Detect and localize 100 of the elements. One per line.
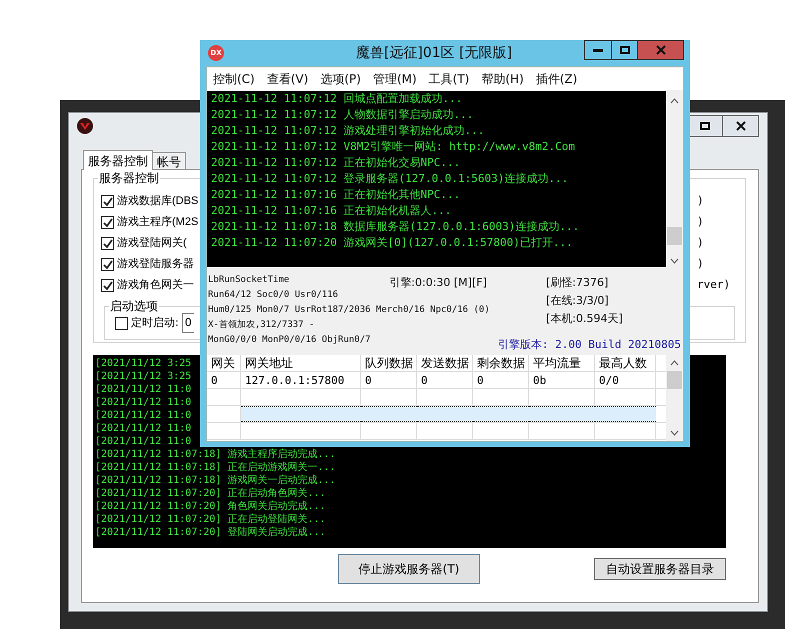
table-cell: 0 [473,372,529,388]
log-line: [2021/11/12 11:0 [95,383,192,396]
checkmark-icon [102,238,112,248]
checkbox-label: 定时启动: [131,314,179,331]
grid-row[interactable]: 0 127.0.0.1:57800 0 0 0 0b 0/0 [207,372,666,389]
tab[interactable]: 服务器控制 [83,150,153,170]
scrollbar-thumb[interactable] [667,227,682,245]
column-header[interactable]: 平均流量 [529,355,595,371]
log-line: [2021/11/12 11:07:20] 角色网关启动完成... [95,500,326,513]
log-line: [2021/11/12 11:0 [95,435,192,448]
log-line: 2021-11-12 11:07:16 正在初始化其他NPC... [211,187,462,203]
checkbox[interactable] [101,258,114,271]
log-line: 2021-11-12 11:07:16 正在初始化机器人... [211,203,452,219]
scrollbar[interactable] [666,355,683,441]
checkbox-label: ) [697,214,705,230]
table-cell: 0 [361,372,417,388]
log-line: 2021-11-12 11:07:12 回城点配置加载成功... [211,91,464,107]
grid-row[interactable] [207,406,666,423]
menu-item[interactable]: 工具(T) [428,70,470,88]
menu-item[interactable]: 帮助(H) [481,70,524,88]
table-cell: 0b [529,372,595,388]
log-line: 2021-11-12 11:07:12 人物数据引擎启动成功... [211,107,474,123]
status-text: LbRunSocketTime [208,274,290,286]
log-line: [2021/11/12 11:07:20] 正在启动登陆网关... [95,513,326,526]
status-text: X-首领加农,312/7337 - [208,318,314,330]
maximize-icon [620,46,630,54]
checkmark-icon [102,280,112,290]
menu-item[interactable]: 控制(C) [213,70,255,88]
column-header[interactable]: 队列数据 [361,355,417,371]
input-field[interactable]: 0 [182,313,194,333]
maximize-button[interactable] [687,115,723,137]
log-line: [2021/11/12 3:25 [95,357,192,370]
log-line: [2021/11/12 11:07:18] 游戏网关一启动完成... [95,474,336,487]
column-header[interactable]: 发送数据 [417,355,473,371]
minimize-button[interactable] [584,40,612,60]
column-header[interactable]: 网关地址 [241,355,361,371]
status-text: MonG0/0/0 MonP0/0/16 ObjRun0/7 [208,334,371,346]
tab[interactable]: 帐号 [153,152,186,169]
scrollbar-thumb[interactable] [667,371,682,389]
checkbox-label: 游戏登陆服务器 [117,257,194,272]
close-icon [656,45,666,55]
checkbox[interactable] [101,279,114,292]
table-cell: 0/0 [595,372,656,388]
log-line: [2021/11/12 11:07:18] 游戏主程序启动完成... [95,448,336,461]
checkbox-label: 游戏角色网关一 [117,278,194,294]
menu-item[interactable]: 插件(Z) [536,70,578,88]
engine-version-text: 引擎版本: 2.00 Build 20210805 [498,337,681,353]
table-cell: 0 [417,372,473,388]
checkbox-label: 游戏数据库(DBS [117,194,198,210]
table-cell: 127.0.0.1:57800 [241,372,361,388]
column-header[interactable]: 最高人数 [595,355,656,371]
menu-item[interactable]: 管理(M) [372,70,417,88]
status-text: [刷怪:7376] [546,275,608,291]
log-line: [2021/11/12 11:0 [95,396,192,409]
log-line: 2021-11-12 11:07:12 正在初始化交易NPC... [211,155,462,171]
menu-item[interactable]: 查看(V) [266,70,308,88]
checkbox-label: ) [697,193,705,210]
checkbox[interactable] [101,237,114,250]
checkbox-label: rver) [697,277,732,294]
group-title: 启动选项 [109,299,159,313]
status-text: Hum0/125 Mon0/7 UsrRot187/2036 Merch0/16 Npc0/16 (0) [208,304,490,316]
log-line: 2021-11-12 11:07:12 游戏处理引擎初始化成功... [211,123,486,139]
table-cell [595,406,656,422]
log-line: 2021-11-12 11:07:20 游戏网关[0](127.0.0.1:57800)已打开... [211,235,574,251]
checkbox-label: 游戏登陆网关( [117,236,187,252]
status-text: [本机:0.594天] [546,311,623,327]
log-line: [2021/11/12 11:07:20] 正在启动角色网关... [95,487,326,500]
column-header[interactable]: 网关 [207,355,241,371]
log-line: 2021-11-12 11:07:18 数据库服务器(127.0.0.1:6003)连接成功... [211,219,580,235]
group-title: 服务器控制 [98,171,160,185]
menu-item[interactable]: 选项(P) [320,70,361,88]
checkmark-icon [102,260,112,270]
checkbox-label: ) [697,256,705,272]
log-line: [2021/11/12 11:0 [95,422,192,435]
checkmark-icon [102,218,112,228]
auto-setup-directory-button[interactable]: 自动设置服务器目录 [594,558,726,580]
checkbox-label: 游戏主程序(M2S [117,214,198,230]
window-title: 魔兽[远征]01区 [无限版] [354,44,514,62]
minimize-icon [593,48,603,52]
engine-timer-text: 引擎:0:0:30 [M][F] [389,276,487,290]
log-line: [2021/11/12 11:07:18] 正在启动游戏网关一... [95,461,336,474]
app-logo-icon [77,118,93,134]
checkmark-icon [102,196,112,206]
checkbox[interactable] [115,316,128,330]
checkbox[interactable] [101,216,114,229]
log-line: [2021/11/12 3:25 [95,370,192,383]
column-header[interactable]: 剩余数据 [473,355,529,371]
maximize-icon [700,122,710,130]
close-icon [736,121,746,131]
table-cell: 0 [207,372,241,388]
log-line: 2021-11-12 11:07:12 V8M2引擎唯一网站: http://www.v8m2.Com [211,139,576,155]
stop-server-button[interactable]: 停止游戏服务器(T) [338,554,480,584]
log-line: [2021/11/12 11:0 [95,409,192,422]
log-line: 2021-11-12 11:07:12 登录服务器(127.0.0.1:5603)连接成功... [211,171,570,187]
log-line: [2021/11/12 11:07:20] 登陆网关启动完成... [95,526,326,539]
checkbox[interactable] [101,195,114,208]
status-text: Run64/12 Soc0/0 Usr0/116 [208,288,338,300]
checkbox-label: ) [697,235,705,252]
close-button[interactable] [723,115,759,137]
status-text: [在线:3/3/0] [546,293,609,309]
